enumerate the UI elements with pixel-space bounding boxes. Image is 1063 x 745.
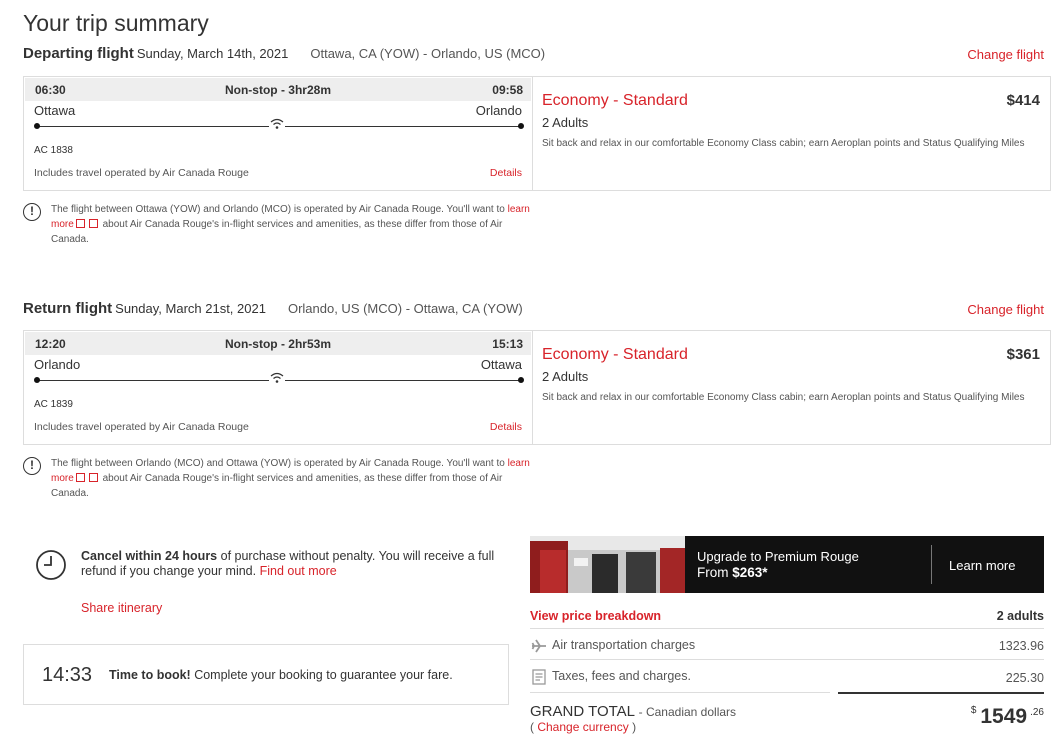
- upgrade-from: From: [697, 565, 729, 580]
- return-itinerary: Non-stop - 2hr53m 12:20 15:13 Orlando Ot…: [24, 331, 533, 444]
- return-arrive-time: 15:13: [492, 337, 523, 351]
- divider: [931, 545, 932, 584]
- destination-dot: [518, 377, 524, 383]
- return-origin: Orlando: [34, 357, 81, 372]
- return-cabin: Economy - Standard: [542, 346, 688, 363]
- departing-operated-by: Includes travel operated by Air Canada R…: [34, 167, 249, 179]
- upgrade-title: Upgrade to Premium Rouge: [697, 549, 859, 564]
- external-link-icon[interactable]: [75, 473, 85, 482]
- origin-dot: [34, 377, 40, 383]
- departing-details-link[interactable]: Details: [490, 167, 522, 179]
- wifi-icon: [269, 117, 285, 131]
- departing-arrive-time: 09:58: [492, 83, 523, 97]
- change-currency: ( Change currency ): [530, 720, 637, 734]
- cancel-policy-bold: Cancel within 24 hours: [81, 549, 218, 563]
- departing-route: Ottawa, CA (YOW) - Orlando, US (MCO): [310, 46, 546, 61]
- external-link-icon[interactable]: [88, 473, 98, 482]
- return-operated-by: Includes travel operated by Air Canada R…: [34, 421, 249, 433]
- departing-origin: Ottawa: [34, 103, 76, 118]
- return-rouge-notice: ! The flight between Orlando (MCO) and O…: [23, 457, 533, 502]
- change-return-flight-link[interactable]: Change flight: [967, 302, 1044, 317]
- upgrade-banner[interactable]: Upgrade to Premium Rouge From $263* Lear…: [530, 536, 1044, 593]
- return-details-link[interactable]: Details: [490, 421, 522, 433]
- notice-text: about Air Canada Rouge's in-flight servi…: [51, 219, 503, 245]
- view-price-breakdown-link[interactable]: View price breakdown: [530, 609, 661, 623]
- info-icon: !: [23, 203, 41, 221]
- return-flight-heading: Return flight: [23, 300, 113, 317]
- departing-date: Sunday, March 14th, 2021: [136, 46, 289, 61]
- page-title: Your trip summary: [23, 10, 209, 36]
- departing-destination: Orlando: [475, 103, 522, 118]
- return-flight-number: AC 1839: [34, 399, 73, 410]
- total-dollars: 1549: [980, 705, 1028, 728]
- return-duration: Non-stop - 2hr53m: [224, 337, 331, 351]
- departing-rouge-notice: ! The flight between Ottawa (YOW) and Or…: [23, 203, 533, 248]
- departing-flight-number: AC 1838: [34, 145, 73, 156]
- wifi-icon: [269, 371, 285, 385]
- departing-cabin-description: Sit back and relax in our comfortable Ec…: [542, 138, 1025, 149]
- return-passengers: 2 Adults: [542, 369, 589, 384]
- notice-text: about Air Canada Rouge's in-flight servi…: [51, 473, 503, 499]
- return-price: $361: [1006, 346, 1040, 363]
- currency-note: - Canadian dollars: [638, 705, 737, 719]
- grand-total-amount: $1549.26: [971, 705, 1044, 729]
- total-cents: .26: [1030, 707, 1044, 718]
- notice-text: The flight between Orlando (MCO) and Ott…: [51, 458, 505, 469]
- return-flight-card: Non-stop - 2hr53m 12:20 15:13 Orlando Ot…: [23, 330, 1051, 445]
- departing-time-bar: Non-stop - 3hr28m 06:30 09:58: [25, 78, 531, 101]
- external-link-icon[interactable]: [88, 219, 98, 228]
- return-route: Orlando, US (MCO) - Ottawa, CA (YOW): [287, 301, 523, 316]
- departing-flight-heading: Departing flight: [23, 45, 134, 62]
- return-time-bar: Non-stop - 2hr53m 12:20 15:13: [25, 332, 531, 355]
- upgrade-price: $263*: [732, 565, 768, 580]
- destination-dot: [518, 123, 524, 129]
- currency-symbol: $: [970, 705, 977, 716]
- info-icon: !: [23, 457, 41, 475]
- find-out-more-link[interactable]: Find out more: [260, 564, 337, 578]
- divider: [530, 628, 1044, 629]
- clock-icon: [36, 550, 66, 580]
- departing-itinerary: Non-stop - 3hr28m 06:30 09:58 Ottawa Orl…: [24, 77, 533, 190]
- total-rule: [838, 692, 1044, 694]
- change-departing-flight-link[interactable]: Change flight: [967, 47, 1044, 62]
- return-date: Sunday, March 21st, 2021: [115, 301, 266, 316]
- return-cabin-description: Sit back and relax in our comfortable Ec…: [542, 392, 1025, 403]
- return-depart-time: 12:20: [35, 337, 66, 351]
- grand-total-title: GRAND TOTAL: [530, 703, 635, 720]
- notice-text: The flight between Ottawa (YOW) and Orla…: [51, 204, 505, 215]
- timer-bold: Time to book!: [109, 668, 191, 682]
- airplane-icon: [531, 639, 546, 653]
- timer-message: Time to book! Complete your booking to g…: [109, 668, 453, 682]
- departing-flight-header: Departing flight Sunday, March 14th, 2021…: [23, 45, 545, 62]
- upgrade-learn-more-button[interactable]: Learn more: [949, 558, 1015, 573]
- cancel-policy: Cancel within 24 hours of purchase witho…: [81, 549, 501, 579]
- upgrade-price-line: From $263*: [697, 565, 768, 580]
- departing-passengers: 2 Adults: [542, 115, 589, 130]
- cabin-photo: [530, 536, 685, 593]
- air-charges-value: 1323.96: [998, 639, 1044, 653]
- countdown-clock: 14:33: [42, 664, 93, 686]
- return-flight-header: Return flight Sunday, March 21st, 2021 Orl…: [23, 300, 523, 317]
- divider: [530, 659, 1044, 660]
- departing-depart-time: 06:30: [35, 83, 66, 97]
- timer-text: Complete your booking to guarantee your …: [194, 668, 453, 682]
- departing-cabin: Economy - Standard: [542, 92, 688, 109]
- return-destination: Ottawa: [480, 357, 522, 372]
- taxes-value: 225.30: [1005, 671, 1044, 685]
- departing-flight-card: Non-stop - 3hr28m 06:30 09:58 Ottawa Orl…: [23, 76, 1051, 191]
- taxes-label: Taxes, fees and charges.: [552, 669, 691, 683]
- departing-price: $414: [1006, 92, 1040, 109]
- departing-duration: Non-stop - 3hr28m: [224, 83, 331, 97]
- booking-timer: 14:33 Time to book! Complete your bookin…: [23, 644, 509, 705]
- air-charges-label: Air transportation charges: [552, 638, 696, 652]
- receipt-icon: [532, 669, 546, 685]
- external-link-icon[interactable]: [75, 219, 85, 228]
- share-itinerary-link[interactable]: Share itinerary: [81, 601, 162, 615]
- origin-dot: [34, 123, 40, 129]
- change-currency-link[interactable]: Change currency: [537, 720, 628, 734]
- adults-count: 2 adults: [996, 609, 1044, 623]
- grand-total-label: GRAND TOTAL - Canadian dollars: [530, 703, 736, 720]
- divider: [530, 692, 830, 693]
